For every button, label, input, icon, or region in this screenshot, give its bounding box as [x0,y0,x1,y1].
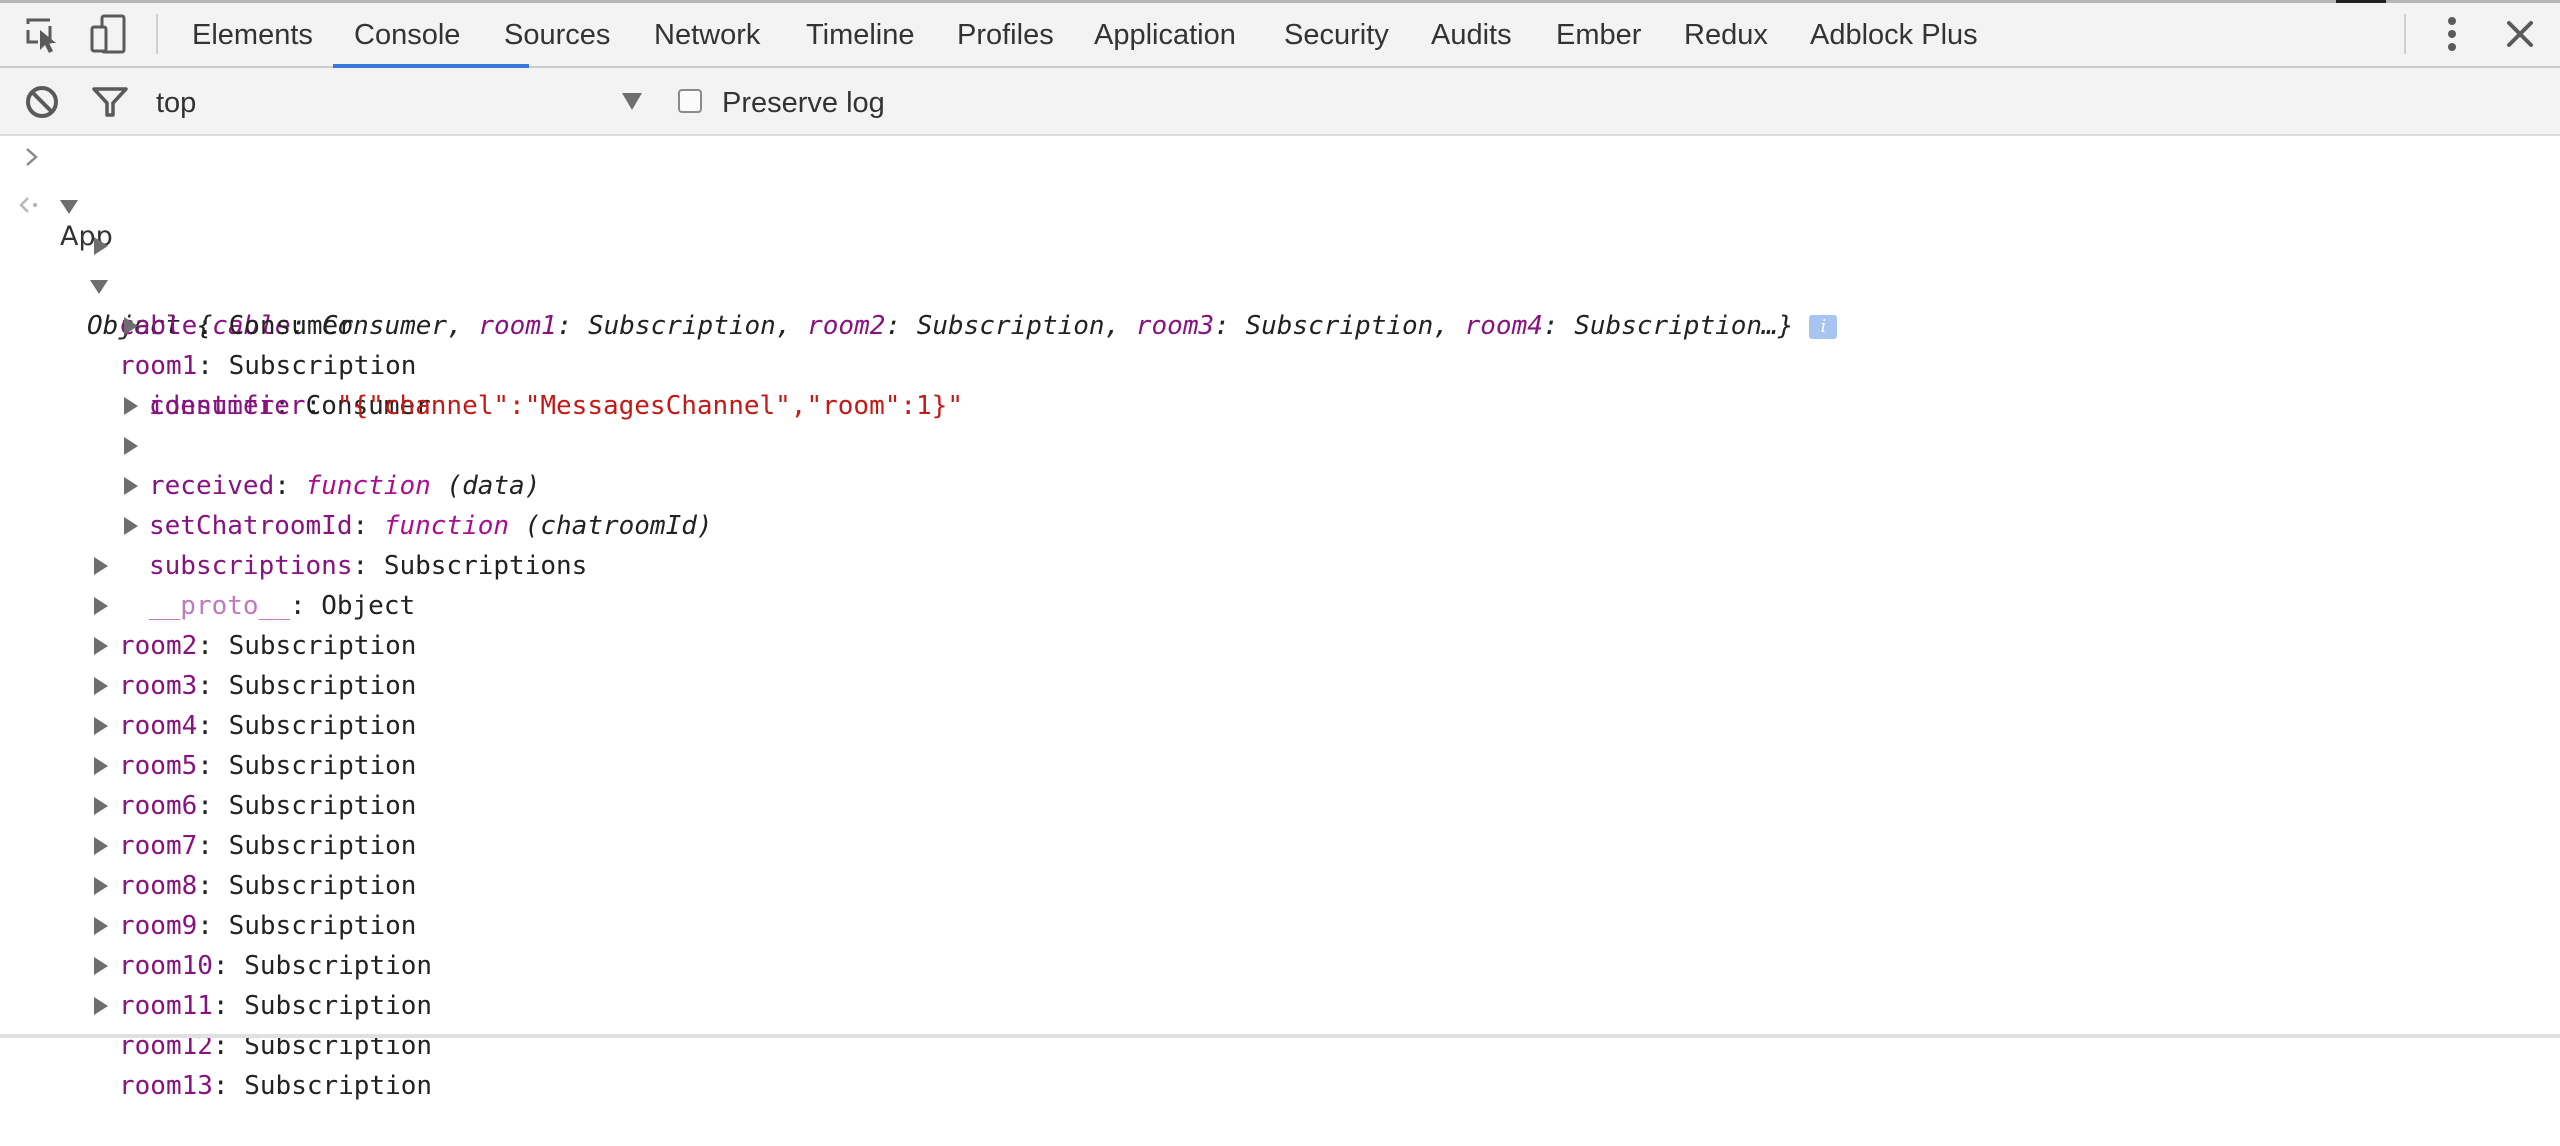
result-line: Object {cable: Consumer, room1: Subscrip… [0,186,2560,341]
preserve-log-checkbox[interactable] [678,89,702,113]
property-row-room12[interactable]: room12: Subscription [0,946,800,1061]
property-row-room4[interactable]: room4: Subscription [0,626,800,741]
tab-redux[interactable]: Redux [1684,0,1768,68]
console-input-line: App [0,137,400,252]
context-dropdown-arrow-icon[interactable] [622,93,642,110]
preview-key: room3 [1135,311,1215,341]
expand-toggle[interactable] [94,237,108,255]
property-row-consumer[interactable]: consumer: Consumer [0,306,800,421]
info-badge-icon[interactable]: i [1809,314,1838,339]
window-top-mark [2336,0,2386,3]
expand-toggle[interactable] [94,877,108,895]
expand-toggle[interactable] [94,717,108,735]
more-options-icon[interactable] [2434,12,2470,56]
close-icon[interactable] [2500,14,2540,54]
property-row-room1[interactable]: room1: Subscription [0,266,800,381]
tab-audits[interactable]: Audits [1431,0,1512,68]
context-selector[interactable]: top [156,68,196,134]
collapse-toggle[interactable] [90,280,108,294]
property-row-room2[interactable]: room2: Subscription [0,546,800,661]
preserve-log-label[interactable]: Preserve log [722,68,885,134]
expand-toggle[interactable] [94,797,108,815]
preview-comma: , [1433,311,1465,341]
property-value: Subscription [244,1071,433,1101]
tab-console[interactable]: Console [354,0,460,68]
property-row-received[interactable]: received: function (data) [0,386,800,501]
expand-toggle[interactable] [124,517,138,535]
tab-ember[interactable]: Ember [1556,0,1641,68]
expand-toggle[interactable] [94,637,108,655]
property-row-room10[interactable]: room10: Subscription [0,866,800,981]
tab-timeline[interactable]: Timeline [806,0,915,68]
expand-toggle[interactable] [94,917,108,935]
result-return-icon [19,197,38,213]
expand-toggle[interactable] [124,477,138,495]
preview-comma: , [1104,311,1136,341]
property-row-proto[interactable]: __proto__: Object [0,506,800,621]
preview-key: room2 [807,311,886,341]
console-filter-bar: top Preserve log [0,68,2560,136]
preview-sep: : [885,311,917,341]
property-row-setchatroomid[interactable]: setChatroomId: function (chatroomId) [0,426,900,541]
property-row-cable[interactable]: cable: Consumer [0,226,800,341]
preview-sep: : [1542,311,1575,341]
expand-toggle[interactable] [124,437,138,455]
panel-bottom-edge [0,1034,2560,1038]
preview-value: Subscription… [1574,311,1778,341]
property-row-room13[interactable]: room13: Subscription [0,986,800,1101]
preview-key: room4 [1464,311,1543,341]
property-row-identifier[interactable]: identifier: "{"channel":"MessagesChannel… [0,346,1200,421]
inspect-element-icon[interactable] [22,14,64,56]
input-prompt-icon [26,148,38,166]
expand-toggle[interactable] [94,837,108,855]
tab-elements[interactable]: Elements [192,0,313,68]
device-mode-icon[interactable] [86,12,130,56]
expand-toggle[interactable] [94,557,108,575]
tab-adblock-plus[interactable]: Adblock Plus [1810,0,1978,68]
expand-toggle[interactable] [94,957,108,975]
tab-profiles[interactable]: Profiles [957,0,1054,68]
tab-security[interactable]: Security [1284,0,1389,68]
property-row-room11[interactable]: room11: Subscription [0,906,800,1021]
preview-sep: : [1214,311,1246,341]
property-row-room9[interactable]: room9: Subscription [0,826,800,941]
expand-toggle[interactable] [94,677,108,695]
property-row-room5[interactable]: room5: Subscription [0,666,800,781]
property-row-subscriptions[interactable]: subscriptions: Subscriptions [0,466,800,581]
tab-application[interactable]: Application [1094,0,1236,68]
tab-network[interactable]: Network [654,0,760,68]
toolbar-divider-right [2404,14,2406,54]
property-row-room6[interactable]: room6: Subscription [0,706,800,821]
expand-toggle[interactable] [124,317,138,335]
clear-console-icon[interactable] [22,82,62,122]
property-row-room8[interactable]: room8: Subscription [0,786,800,901]
devtools-toolbar: Elements Console Sources Network Timelin… [0,0,2560,68]
expand-toggle[interactable] [94,757,108,775]
console-output: App Object {cable: Consumer, room1: Subs… [0,136,2560,1101]
preview-close-brace: } [1777,311,1794,341]
toolbar-divider [156,14,158,54]
preview-value: Subscription [1245,311,1434,341]
expand-result-toggle[interactable] [60,200,78,214]
filter-icon[interactable] [90,82,130,122]
preview-value: Subscription [916,311,1105,341]
property-key: room13 [119,1071,213,1101]
property-row-room7[interactable]: room7: Subscription [0,746,800,861]
property-row-room3[interactable]: room3: Subscription [0,586,800,701]
property-sep: : [212,1071,245,1101]
expand-toggle[interactable] [94,597,108,615]
expand-toggle[interactable] [124,397,138,415]
tab-sources[interactable]: Sources [504,0,610,68]
expand-toggle[interactable] [94,997,108,1015]
